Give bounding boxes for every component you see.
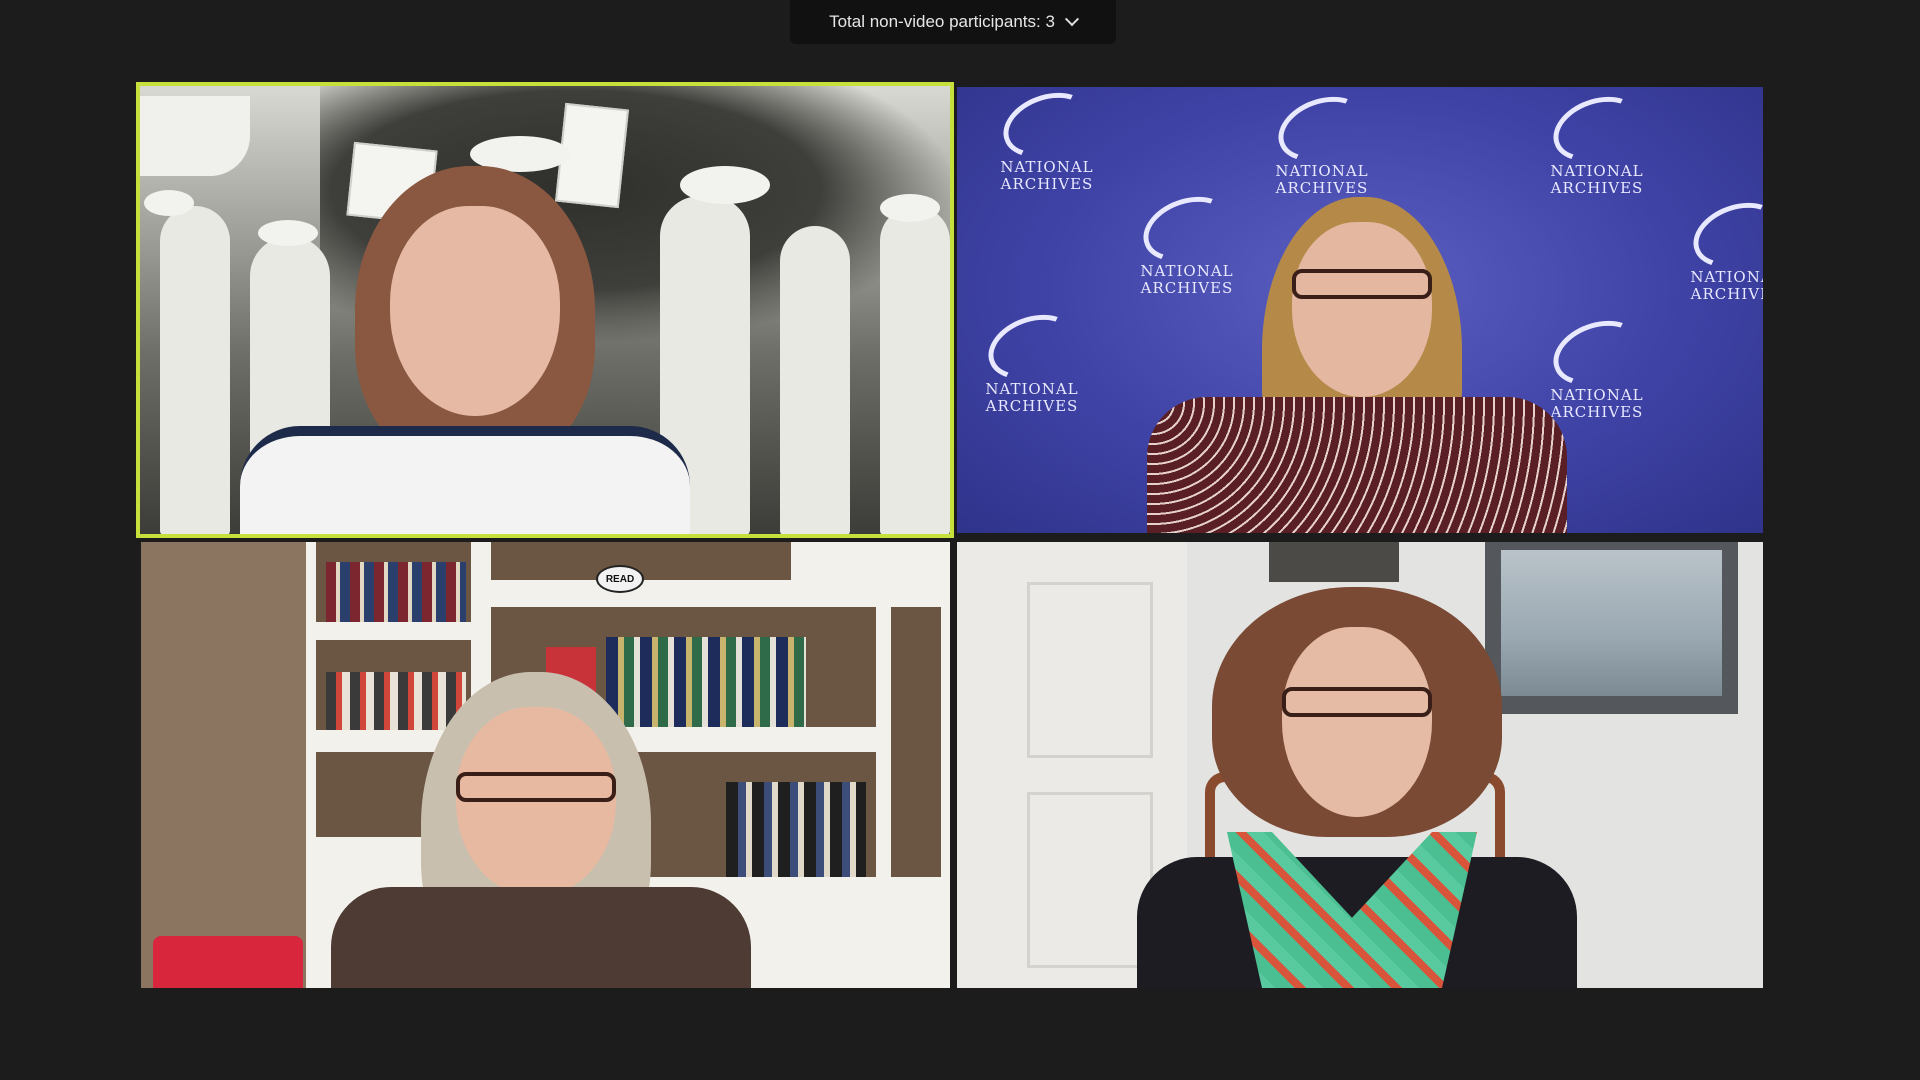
non-video-participants-dropdown[interactable]: Total non-video participants: 3	[790, 0, 1116, 44]
chevron-down-icon	[1064, 12, 1079, 27]
participant-blouse	[1147, 397, 1567, 533]
video-tile-national-archives[interactable]: NATIONAL ARCHIVES NATIONAL ARCHIVES NATION…	[957, 87, 1763, 533]
participant	[331, 672, 751, 988]
door-panel	[1027, 582, 1153, 758]
shelf-slot	[891, 607, 941, 877]
red-typewriter	[153, 936, 303, 988]
historic-hat	[880, 194, 940, 222]
framed-picture	[1269, 542, 1399, 582]
participant-face	[1282, 627, 1432, 817]
read-sign: READ	[596, 565, 644, 593]
video-tile-bookshelf[interactable]: READ	[141, 542, 950, 988]
door-panel	[1027, 792, 1153, 968]
non-video-participants-label: Total non-video participants: 3	[829, 12, 1055, 31]
participant-face	[456, 707, 616, 897]
background-awning	[140, 96, 250, 176]
participant-face	[390, 206, 560, 416]
national-archives-logo: NATIONALARCHIVES	[987, 87, 1107, 193]
background-wall	[141, 542, 306, 988]
national-archives-logo: NATIONALARCHIVES	[1262, 87, 1382, 197]
participant-glasses	[456, 772, 616, 802]
historic-marcher	[880, 206, 950, 534]
book-row	[326, 562, 466, 622]
participant	[1127, 197, 1567, 533]
participant-glasses	[1282, 687, 1432, 717]
participant-face	[1292, 222, 1432, 397]
participant-glasses	[1292, 269, 1432, 299]
national-archives-logo: NATIONALARCHIVES	[972, 303, 1092, 415]
participant-sweater	[331, 887, 751, 988]
historic-marcher	[780, 226, 850, 534]
historic-hat	[144, 190, 194, 216]
video-tile-room[interactable]	[957, 542, 1763, 988]
video-tile-active-speaker[interactable]	[136, 82, 954, 538]
national-archives-logo: NATIONALARCHIVES	[1677, 191, 1763, 303]
participant-shirt	[240, 426, 690, 534]
national-archives-logo: NATIONALARCHIVES	[1537, 87, 1657, 197]
zoom-meeting-stage: Total non-video participants: 3 NATIONAL…	[0, 0, 1920, 1080]
participant-speaking	[210, 166, 730, 534]
